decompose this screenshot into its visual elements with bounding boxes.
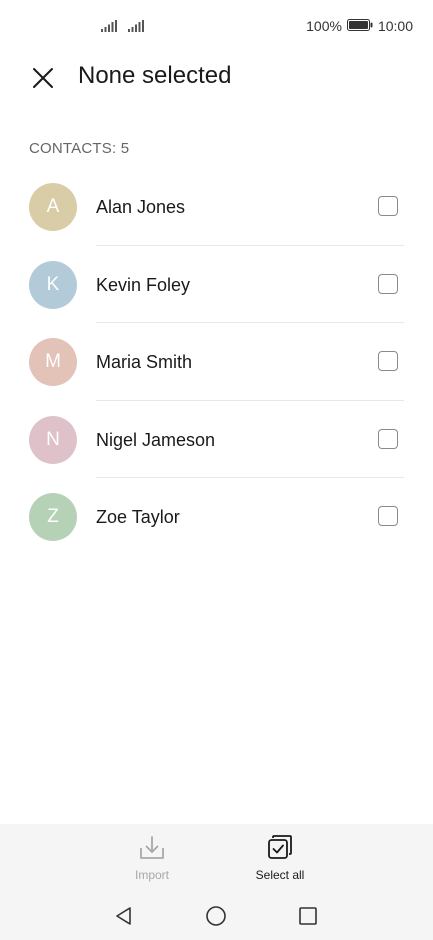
select-all-icon	[268, 835, 292, 859]
contact-name: Alan Jones	[96, 197, 186, 217]
contact-name: Kevin Foley	[96, 274, 191, 295]
import-icon	[140, 836, 164, 859]
clock: 10:00	[377, 18, 413, 34]
home-circle-icon	[206, 906, 226, 926]
contact-row[interactable]: M Maria Smith	[0, 323, 433, 401]
contact-row[interactable]: Z Zoe Taylor	[0, 478, 433, 556]
contact-name: Nigel Jameson	[96, 429, 216, 450]
contact-name: Zoe Taylor	[96, 507, 180, 527]
battery-icon	[346, 18, 373, 34]
import-button[interactable]: Import	[107, 834, 197, 882]
nav-back-button[interactable]	[110, 904, 138, 928]
contacts-count-label: CONTACTS: 5	[29, 140, 130, 157]
contact-list: A Alan Jones K Kevin Foley M Maria Smith…	[0, 168, 433, 556]
contact-row[interactable]: K Kevin Foley	[0, 246, 433, 323]
battery-percent: 100%	[306, 18, 342, 34]
bottom-bar: Import Select all	[0, 824, 433, 940]
nav-recents-button[interactable]	[294, 904, 322, 928]
select-all-button[interactable]: Select all	[235, 834, 325, 882]
contact-row[interactable]: A Alan Jones	[0, 168, 433, 246]
signal-icon	[101, 19, 117, 37]
close-button[interactable]	[30, 65, 56, 91]
back-triangle-icon	[116, 907, 131, 925]
status-right: 100% 10:00	[306, 18, 413, 34]
avatar: Z	[29, 493, 77, 541]
contact-checkbox[interactable]	[378, 506, 398, 526]
select-all-label: Select all	[255, 868, 305, 882]
contact-checkbox[interactable]	[378, 351, 398, 371]
page-title: None selected	[78, 62, 232, 89]
import-label: Import	[134, 868, 169, 882]
contact-row[interactable]: N Nigel Jameson	[0, 401, 433, 478]
contact-checkbox[interactable]	[378, 428, 398, 449]
status-bar: 100% 10:00	[0, 0, 433, 54]
contact-checkbox[interactable]	[378, 196, 398, 216]
contact-checkbox[interactable]	[378, 273, 398, 294]
avatar: N	[29, 415, 77, 464]
header: None selected	[0, 56, 433, 100]
contact-name: Maria Smith	[96, 352, 193, 372]
nav-home-button[interactable]	[202, 904, 230, 928]
recents-square-icon	[299, 907, 317, 925]
avatar: M	[29, 338, 77, 386]
signal-icon	[128, 19, 144, 37]
avatar: K	[29, 260, 77, 309]
close-icon	[33, 68, 53, 88]
avatar: A	[29, 183, 77, 231]
